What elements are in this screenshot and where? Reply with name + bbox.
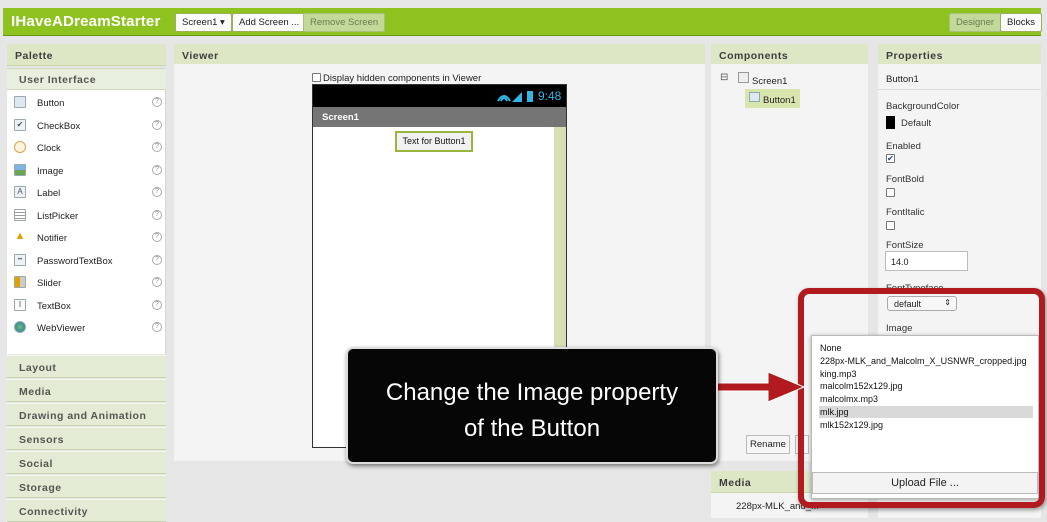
properties-component-name: Button1 — [878, 68, 1041, 90]
remove-screen-button[interactable]: Remove Screen — [303, 13, 386, 32]
palette-category-storage[interactable]: Storage — [7, 475, 166, 498]
palette-item-label: Image — [37, 166, 64, 177]
palette-item-label: ListPicker — [37, 211, 79, 222]
palette-item-label: TextBox — [37, 301, 71, 312]
help-icon[interactable]: ? — [152, 97, 162, 107]
designer-button[interactable]: Designer — [949, 13, 1002, 32]
clock-icon — [14, 141, 26, 153]
checkbox-icon: ✔ — [14, 119, 26, 131]
palette-item-label: Label — [37, 188, 61, 199]
palette-item-label: WebViewer — [37, 323, 86, 334]
palette-category-social[interactable]: Social — [7, 451, 166, 474]
webviewer-icon — [14, 321, 26, 333]
palette-item-label: PasswordTextBox — [37, 256, 113, 267]
notifier-icon: ▲ — [14, 230, 26, 242]
screen-dropdown[interactable]: Screen1 ▾ — [175, 13, 232, 32]
help-icon[interactable]: ? — [152, 255, 162, 265]
fontbold-label: FontBold — [886, 174, 925, 185]
palette-item-webviewer[interactable]: WebViewer ? — [7, 318, 166, 340]
image-icon — [14, 164, 26, 176]
palette-item-listpicker[interactable]: ListPicker ? — [7, 206, 166, 228]
help-icon[interactable]: ? — [152, 120, 162, 130]
fontbold-checkbox[interactable] — [886, 188, 895, 197]
blocks-button[interactable]: Blocks — [1000, 13, 1042, 32]
palette-item-label: Notifier — [37, 233, 68, 244]
callout-line-2: of the Button — [463, 415, 601, 442]
hidden-components-label: Display hidden components in Viewer — [323, 73, 482, 84]
help-icon[interactable]: ? — [152, 165, 162, 175]
rename-button[interactable]: Rename — [746, 435, 790, 454]
label-icon: A — [14, 186, 26, 198]
callout-arrow-icon — [716, 371, 806, 403]
tree-button1-label: Button1 — [763, 95, 796, 106]
callout-highlight-frame — [798, 288, 1045, 508]
viewer-header: Viewer — [174, 44, 705, 66]
tree-screen1[interactable]: Screen1 — [752, 76, 787, 87]
help-icon[interactable]: ? — [152, 142, 162, 152]
palette-item-label: Button — [37, 98, 65, 109]
enabled-label: Enabled — [886, 141, 921, 152]
help-icon[interactable]: ? — [152, 232, 162, 242]
palette-item-slider[interactable]: Slider ? — [7, 273, 166, 295]
hidden-components-checkbox[interactable] — [312, 73, 321, 82]
palette-category-drawing[interactable]: Drawing and Animation — [7, 403, 166, 426]
palette-category-connectivity[interactable]: Connectivity — [7, 499, 166, 522]
add-screen-button[interactable]: Add Screen ... — [232, 13, 307, 32]
textbox-icon: I — [14, 299, 26, 311]
button-icon — [749, 92, 760, 102]
palette-item-label: Clock — [37, 143, 61, 154]
status-time: 9:48 — [538, 89, 562, 103]
fontsize-input[interactable]: 14.0 — [885, 251, 968, 271]
palette-item-checkbox[interactable]: ✔ CheckBox ? — [7, 116, 166, 138]
app-title: IHaveADreamStarter — [11, 13, 161, 30]
fontitalic-checkbox[interactable] — [886, 221, 895, 230]
palette-header: Palette — [7, 44, 166, 66]
palette-category-media[interactable]: Media — [7, 379, 166, 402]
palette-item-label[interactable]: A Label ? — [7, 183, 166, 205]
enabled-checkbox[interactable]: ✔ — [886, 154, 895, 163]
components-header: Components — [711, 44, 868, 66]
palette-category-sensors[interactable]: Sensors — [7, 427, 166, 450]
callout-box: Change the Image property of the Button — [346, 347, 718, 464]
button-icon — [14, 96, 26, 108]
palette-item-label: CheckBox — [37, 121, 81, 132]
hidden-components-toggle[interactable]: Display hidden components in Viewer — [312, 73, 481, 84]
palette-list: Button ? ✔ CheckBox ? Clock ? Image ? A … — [7, 90, 166, 354]
palette-section-user-interface[interactable]: User Interface — [7, 68, 166, 90]
collapse-icon[interactable]: ⊟ — [720, 72, 728, 83]
palette-item-label: Slider — [37, 278, 62, 289]
screen-icon — [738, 72, 749, 83]
palette-item-image[interactable]: Image ? — [7, 161, 166, 183]
callout-line-1: Change the Image property — [385, 379, 679, 406]
phone-status-bar: 9:48 — [313, 85, 566, 107]
palette-item-button[interactable]: Button ? — [7, 93, 166, 115]
palette-item-textbox[interactable]: I TextBox ? — [7, 296, 166, 318]
listpicker-icon — [14, 209, 26, 221]
palette-item-clock[interactable]: Clock ? — [7, 138, 166, 160]
signal-icon — [497, 91, 533, 102]
help-icon[interactable]: ? — [152, 210, 162, 220]
fontitalic-label: FontItalic — [886, 207, 925, 218]
fontsize-label: FontSize — [886, 240, 924, 251]
help-icon[interactable]: ? — [152, 322, 162, 332]
help-icon[interactable]: ? — [152, 300, 162, 310]
tree-button1[interactable]: Button1 — [745, 89, 800, 108]
button1-preview[interactable]: Text for Button1 — [395, 131, 473, 152]
palette-category-layout[interactable]: Layout — [7, 355, 166, 378]
password-icon: •• — [14, 254, 26, 266]
help-icon[interactable]: ? — [152, 277, 162, 287]
slider-icon — [14, 276, 26, 288]
backgroundcolor-swatch[interactable] — [886, 116, 895, 129]
properties-header: Properties — [878, 44, 1041, 66]
backgroundcolor-value[interactable]: Default — [901, 118, 931, 129]
screen-title-bar: Screen1 — [313, 107, 566, 127]
palette-item-notifier[interactable]: ▲ Notifier ? — [7, 228, 166, 250]
palette-item-passwordtextbox[interactable]: •• PasswordTextBox ? — [7, 251, 166, 273]
backgroundcolor-label: BackgroundColor — [886, 101, 960, 112]
help-icon[interactable]: ? — [152, 187, 162, 197]
callout-text: Change the Image property of the Button — [348, 375, 716, 447]
top-bar: IHaveADreamStarter Screen1 ▾ Add Screen … — [3, 8, 1042, 36]
